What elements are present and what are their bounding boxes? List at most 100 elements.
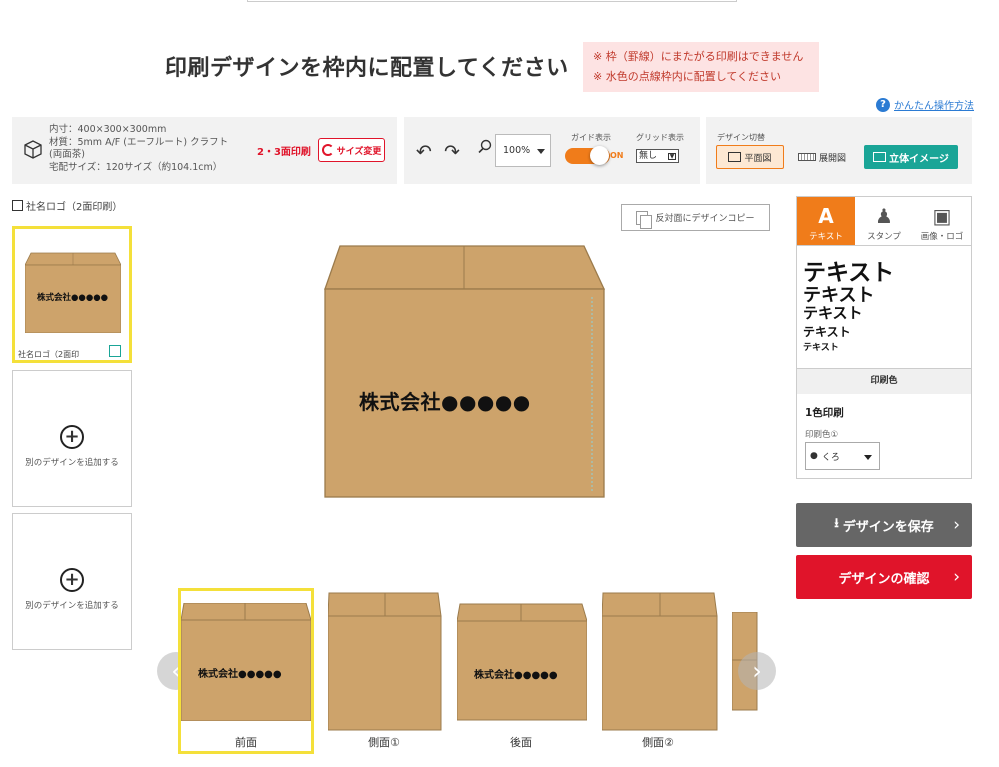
copy-to-opposite-label: 反対面にデザインコピー <box>655 214 755 224</box>
face-text: 株式会社●●●●● <box>474 670 558 681</box>
text-sample-md[interactable]: テキスト <box>803 302 863 323</box>
thumb-text: 株式会社●●●●● <box>37 293 109 303</box>
print-color-header: 印刷色 <box>797 368 971 394</box>
tab-image[interactable]: ▣ 画像・ロゴ <box>913 197 971 245</box>
add-design-label: 別のデザインを追加する <box>25 458 119 468</box>
design-section-text: 社名ロゴ（2面印刷） <box>26 202 123 213</box>
save-design-label: デザインを保存 <box>842 519 934 535</box>
chevron-down-icon <box>537 149 545 154</box>
add-icon: + <box>60 425 84 449</box>
download-icon: ⭳ <box>834 516 839 531</box>
divider <box>797 245 971 246</box>
zoom-select[interactable]: 100% <box>495 134 551 167</box>
confirm-design-label: デザインの確認 <box>838 571 930 587</box>
design-thumbnail-selected[interactable]: 株式会社●●●●● 社名ロゴ（2面印 <box>12 226 132 363</box>
howto-link[interactable]: ? かんたん操作方法 <box>876 97 974 112</box>
plane-view-label: 平面図 <box>744 153 772 164</box>
design-section-label: 社名ロゴ（2面印刷） <box>12 198 122 213</box>
face-label: 側面① <box>368 736 400 749</box>
face-side1-thumb[interactable] <box>328 592 442 732</box>
plane-view-button[interactable]: 平面図 <box>716 145 784 169</box>
box-specs: 内寸：400×300×300mm 材質：5mm A/F (エーフルート) クラフ… <box>49 124 228 174</box>
color1-label: 印刷色① <box>805 430 839 440</box>
guide-state: ON <box>610 151 624 160</box>
text-sample-xs[interactable]: テキスト <box>803 340 839 353</box>
tab-text-label: テキスト <box>809 232 843 242</box>
face-label: 側面② <box>642 736 674 749</box>
guide-toggle[interactable] <box>565 146 610 165</box>
image-icon: ▣ <box>932 204 952 228</box>
box-thumbnail <box>25 252 121 333</box>
face-label: 後面 <box>510 736 532 749</box>
box-front-shape <box>181 603 311 721</box>
tools-panel: ↶ ↷ 100% ガイド表示 ON グリッド表示 無し ▼ <box>404 117 700 184</box>
toggle-knob <box>590 146 609 165</box>
text-sample-sm[interactable]: テキスト <box>803 323 851 340</box>
text-icon: A <box>818 204 834 228</box>
shipping-size: 宅配サイズ：120サイズ（約104.1cm） <box>49 161 223 173</box>
chevron-right-icon: › <box>953 567 960 587</box>
save-design-button[interactable]: ⭳ デザインを保存 › <box>796 503 972 547</box>
notice-line-1: ※ 枠（罫線）にまたがる印刷はできません <box>593 50 804 63</box>
edit-icon <box>12 200 23 211</box>
color1-value: くろ <box>821 452 840 463</box>
add-design-label: 別のデザインを追加する <box>25 601 119 611</box>
design-canvas[interactable] <box>320 242 610 502</box>
chevron-right-icon: › <box>953 515 960 535</box>
tab-text[interactable]: A テキスト <box>797 197 855 245</box>
face-side2-thumb[interactable] <box>602 592 718 732</box>
3d-view-label: 立体イメージ <box>889 153 949 165</box>
tab-stamp[interactable]: ♟ スタンプ <box>855 197 913 245</box>
tool-panel: A テキスト ♟ スタンプ ▣ 画像・ロゴ テキスト テキスト テキスト テキス… <box>796 196 972 479</box>
copy-icon[interactable] <box>109 345 121 357</box>
print-type-label: 2・3面印刷 <box>257 147 311 158</box>
add-icon: + <box>60 568 84 592</box>
material-note: (両面茶) <box>49 149 85 160</box>
size-change-button[interactable]: サイズ変更 <box>318 138 385 162</box>
chevron-down-icon <box>864 455 872 460</box>
howto-label: かんたん操作方法 <box>894 101 974 112</box>
grid-label: グリッド表示 <box>636 133 684 142</box>
undo-icon[interactable]: ↶ <box>416 141 432 163</box>
face-label: 前面 <box>235 736 257 749</box>
grid-select[interactable]: 無し ▼ <box>636 149 679 163</box>
zoom-icon <box>478 139 492 153</box>
color-dot-icon: ● <box>810 451 818 461</box>
size-change-label: サイズ変更 <box>336 146 382 157</box>
canvas-text[interactable]: 株式会社●●●●● <box>359 386 531 415</box>
add-design-card[interactable]: + 別のデザインを追加する <box>12 513 132 650</box>
carousel-next-button[interactable]: › <box>738 652 776 690</box>
box-icon <box>728 152 742 162</box>
zoom-value: 100% <box>503 145 531 156</box>
guide-label: ガイド表示 <box>571 133 611 142</box>
box-info-panel: 内寸：400×300×300mm 材質：5mm A/F (エーフルート) クラフ… <box>12 117 397 184</box>
box-icon <box>24 140 42 159</box>
color-count: 1色印刷 <box>805 407 844 419</box>
sync-icon <box>321 144 334 156</box>
confirm-design-button[interactable]: デザインの確認 › <box>796 555 972 599</box>
notice-line-2: ※ 水色の点線枠内に配置してください <box>593 70 782 83</box>
thumbnail-label: 社名ロゴ（2面印 <box>18 350 80 359</box>
face-back-thumb[interactable] <box>457 603 587 721</box>
unfold-view-button[interactable]: 展開図 <box>793 145 851 169</box>
redo-icon[interactable]: ↷ <box>444 141 460 163</box>
view-switch-panel: デザイン切替 平面図 展開図 立体イメージ <box>706 117 972 184</box>
copy-icon <box>636 210 653 229</box>
view-switch-label: デザイン切替 <box>717 133 765 142</box>
top-search-strip <box>247 0 737 2</box>
cube-icon <box>873 152 887 162</box>
page-title: 印刷デザインを枠内に配置してください <box>165 56 569 81</box>
add-design-card[interactable]: + 別のデザインを追加する <box>12 370 132 507</box>
3d-view-button[interactable]: 立体イメージ <box>864 145 958 169</box>
face-front-thumb[interactable]: 株式会社●●●●● <box>178 588 314 754</box>
unfold-icon <box>797 153 816 161</box>
stamp-icon: ♟ <box>875 204 893 228</box>
copy-to-opposite-button[interactable]: 反対面にデザインコピー <box>621 204 770 231</box>
grid-value: 無し <box>639 151 658 161</box>
notice-box: ※ 枠（罫線）にまたがる印刷はできません ※ 水色の点線枠内に配置してください <box>583 42 819 92</box>
help-icon: ? <box>876 97 890 112</box>
color1-select[interactable]: ● くろ <box>805 442 880 470</box>
face-text: 株式会社●●●●● <box>198 669 282 680</box>
inner-size: 内寸：400×300×300mm <box>49 124 167 135</box>
tab-stamp-label: スタンプ <box>867 232 901 242</box>
